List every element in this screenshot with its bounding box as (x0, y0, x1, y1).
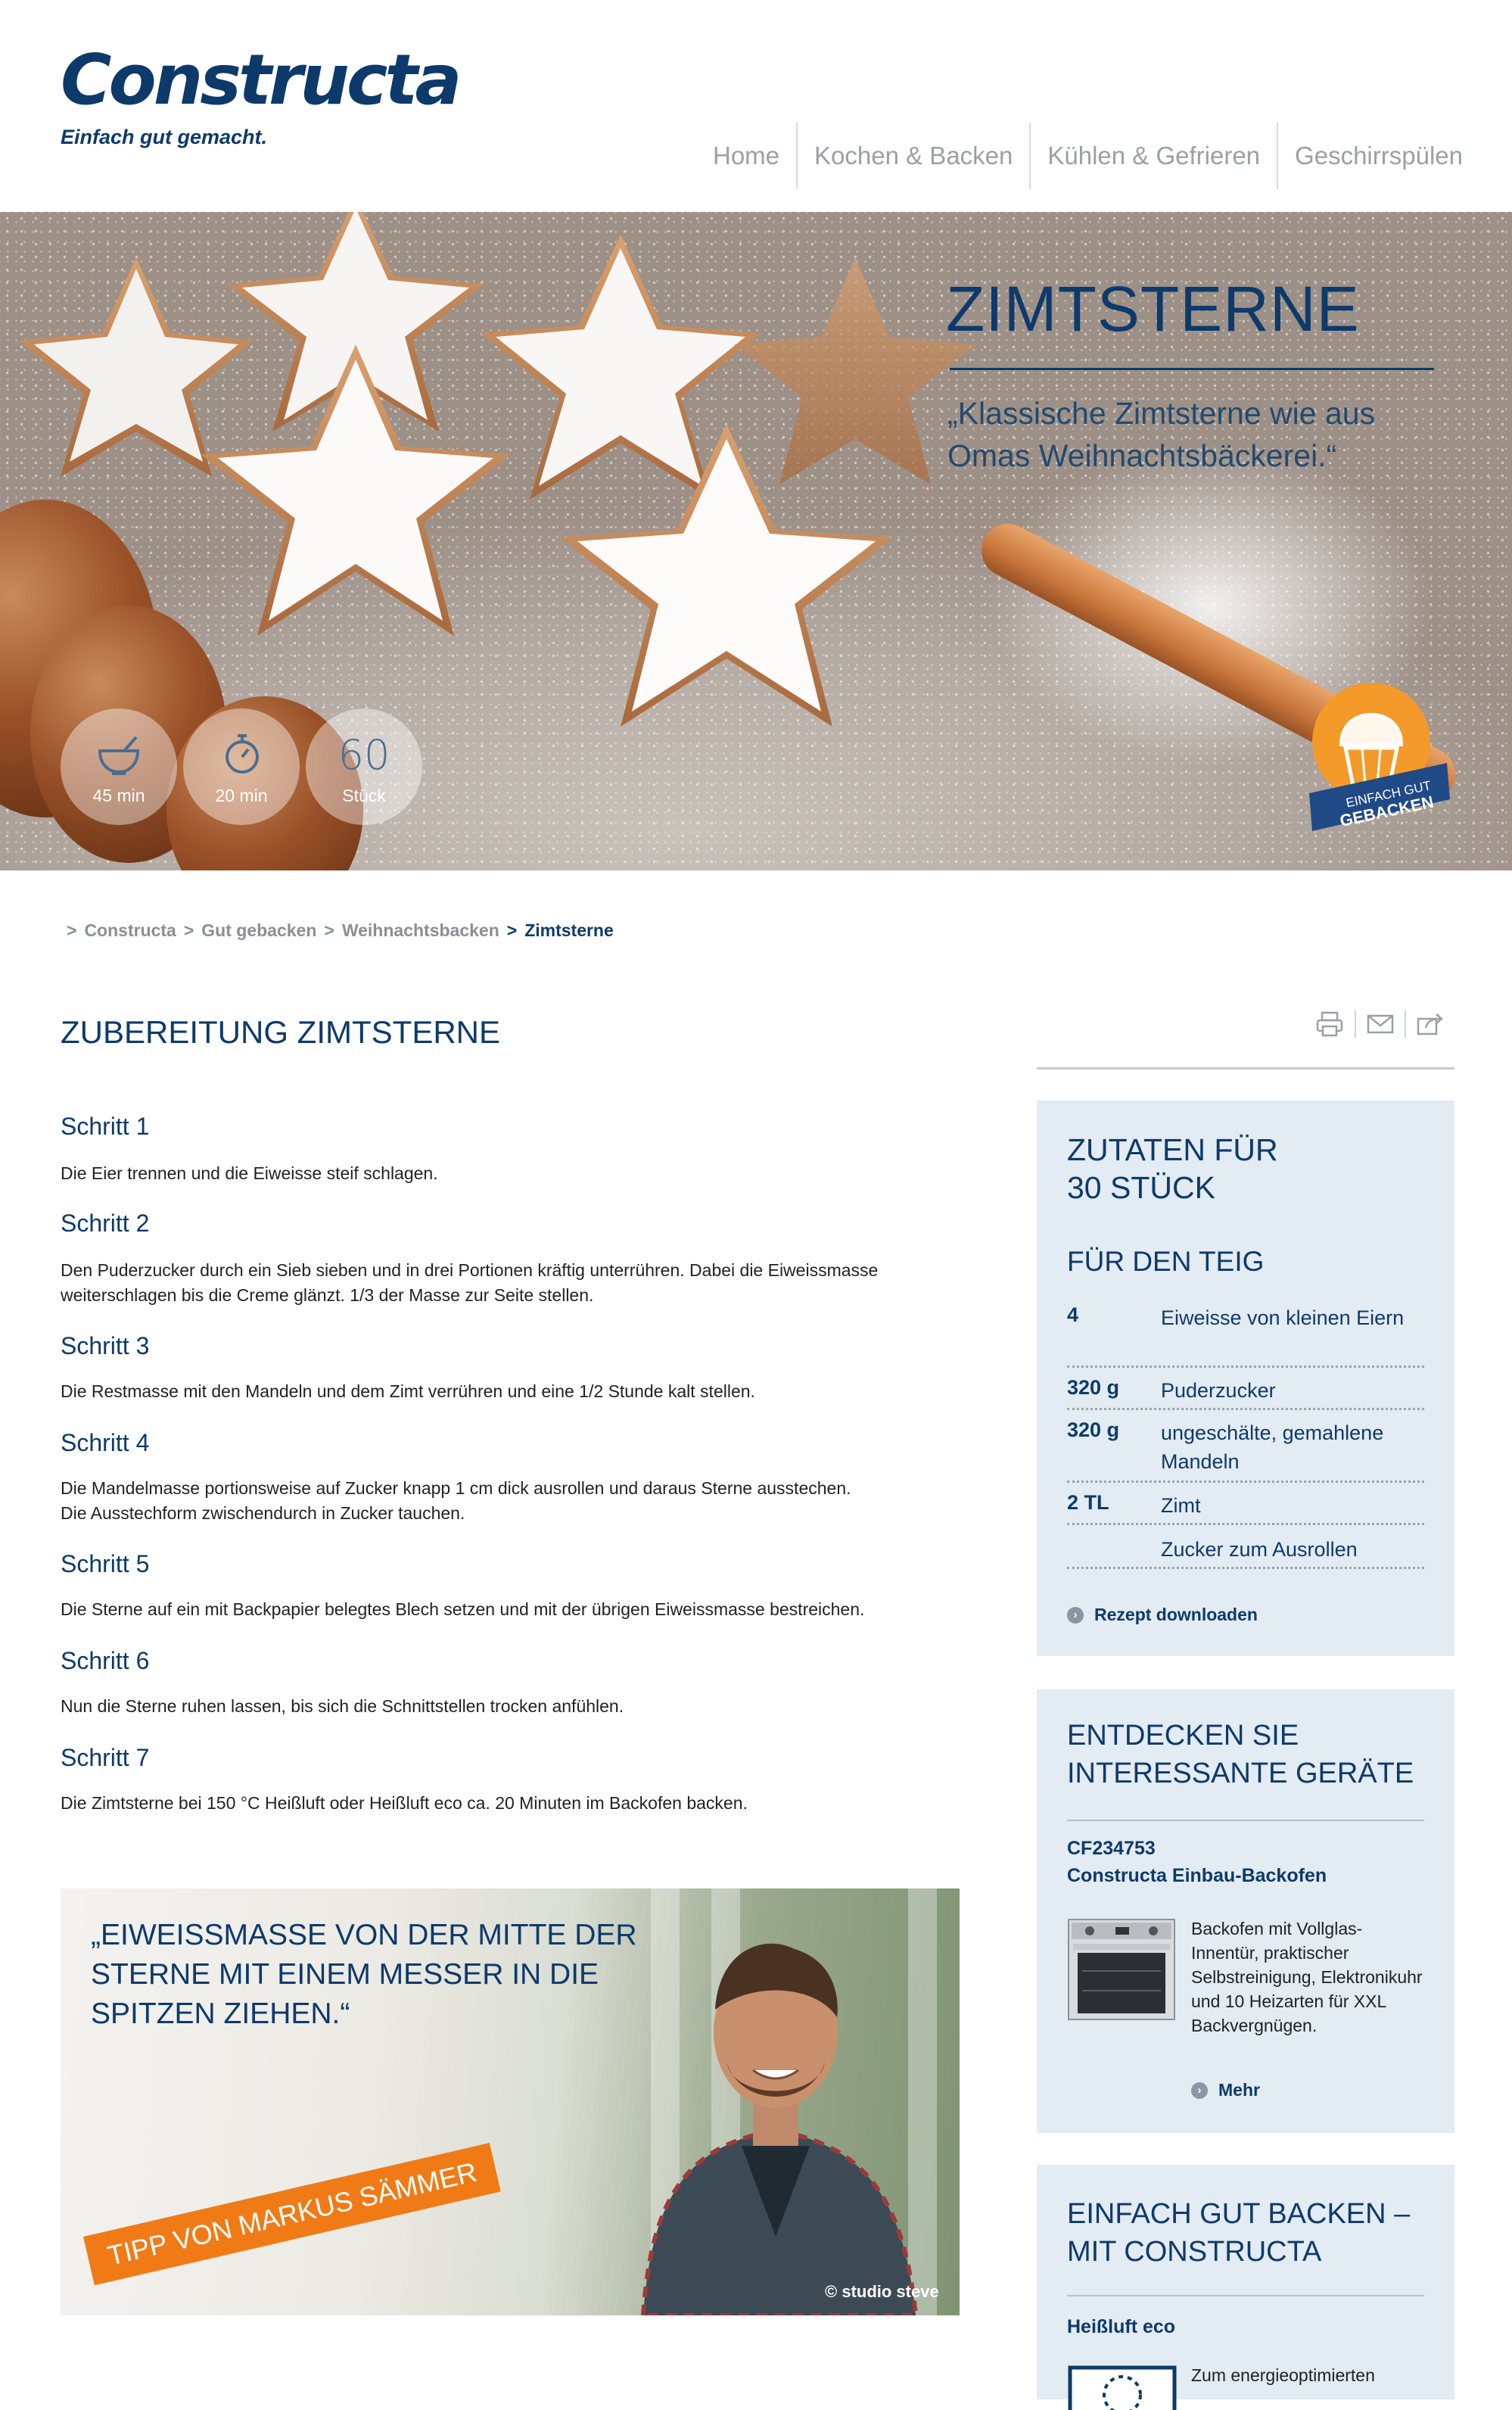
devices-title: ENTDECKEN SIE INTERESSANTE GERÄTE (1067, 1720, 1414, 1789)
breadcrumb-separator: > (506, 920, 518, 940)
breadcrumb-separator: > (67, 920, 77, 940)
step-6-title: Schritt 6 (61, 1647, 150, 1674)
ingredient-row: Zucker zum Ausrollen (1067, 1535, 1424, 1569)
product-name[interactable]: Constructa Einbau-Backofen (1067, 1865, 1327, 1887)
ingredient-name: ungeschälte, gemahlene Mandeln (1161, 1421, 1384, 1473)
step-7-title: Schritt 7 (61, 1744, 150, 1771)
baking-title: EINFACH GUT BACKEN – MIT CONSTRUCTA (1067, 2198, 1411, 2268)
chevron-right-icon: › (1191, 2082, 1208, 2099)
share-icon[interactable] (1417, 1013, 1444, 1035)
ingredient-amount: 4 (1067, 1303, 1079, 1326)
ingredient-row: 320 g ungeschälte, gemahlene Mandeln (1067, 1418, 1424, 1483)
step-6-text: Nun die Sterne ruhen lassen, bis sich di… (61, 1696, 624, 1716)
share-toolbar (1315, 1010, 1444, 1038)
hero-divider (950, 368, 1434, 370)
share-divider-line (1037, 1067, 1454, 1070)
step-5-title: Schritt 5 (61, 1550, 150, 1577)
prep-time-value: 45 min (92, 786, 145, 805)
brand-logo[interactable]: Constructa (61, 45, 462, 115)
hero-title: ZIMTSTERNE (946, 273, 1360, 344)
ingredient-row: 320 g Puderzucker (1067, 1376, 1424, 1410)
hot-air-fan-icon (1068, 2365, 1177, 2410)
product-more-link[interactable]: › Mehr (1191, 2080, 1260, 2100)
breadcrumb-constructa[interactable]: Constructa (84, 920, 176, 941)
ingredient-amount: 320 g (1067, 1418, 1120, 1441)
brand-tagline: Einfach gut gemacht. (61, 126, 268, 148)
breadcrumb-gut-gebacken[interactable]: Gut gebacken (201, 920, 316, 941)
step-1-text: Die Eier trennen und die Eiweisse steif … (61, 1163, 438, 1183)
step-7-text: Die Zimtsterne bei 150 °C Heißluft oder … (61, 1793, 748, 1813)
devices-card: ENTDECKEN SIE INTERESSANTE GERÄTE CF23475… (1037, 1689, 1454, 2133)
share-divider (1405, 1010, 1406, 1038)
ingredient-amount: 320 g (1067, 1376, 1120, 1399)
bake-time-value: 20 min (215, 786, 268, 805)
yield-number: 60 (338, 731, 390, 779)
hero-banner: ZIMTSTERNE „Klassische Zimtsterne wie au… (0, 212, 1512, 870)
einfach-gut-gebacken-badge: EINFACH GUT GEBACKEN (1309, 683, 1450, 831)
ingredient-amount: 2 TL (1067, 1491, 1109, 1514)
ingredient-row: 4 Eiweisse von kleinen Eiern (1067, 1303, 1424, 1368)
nav-home[interactable]: Home (696, 123, 796, 189)
devices-divider (1067, 1820, 1424, 1821)
hero-quote: „Klassische Zimtsterne wie aus Omas Weih… (947, 396, 1376, 473)
step-2-text: Den Puderzucker durch ein Sieb sieben un… (61, 1260, 879, 1305)
main-navigation: Home Kochen & Backen Kühlen & Gefrieren … (696, 123, 1479, 189)
breadcrumb-current: Zimtsterne (524, 920, 614, 940)
breadcrumb-weihnachtsbacken[interactable]: Weihnachtsbacken (342, 920, 499, 941)
ingredient-name: Zimt (1161, 1494, 1201, 1517)
ingredients-card: ZUTATEN FÜR 30 STÜCK FÜR DEN TEIG 4 Eiwei… (1037, 1101, 1454, 1656)
oven-product-image[interactable] (1067, 1918, 1176, 2021)
feature-name: Heißluft eco (1067, 2316, 1176, 2337)
ingredient-name: Eiweisse von kleinen Eiern (1161, 1306, 1405, 1329)
nav-kochen-backen[interactable]: Kochen & Backen (798, 123, 1029, 189)
email-icon[interactable] (1367, 1014, 1394, 1034)
step-5-text: Die Sterne auf ein mit Backpapier belegt… (61, 1599, 865, 1619)
page-title: ZUBEREITUNG ZIMTSTERNE (61, 1014, 501, 1050)
breadcrumb: > Constructa > Gut gebacken > Weihnachts… (67, 920, 614, 941)
yield-badge: 60 Stück (306, 708, 422, 825)
step-3-text: Die Restmasse mit den Mandeln und dem Zi… (61, 1381, 755, 1401)
step-3-title: Schritt 3 (61, 1332, 150, 1359)
bake-time-badge: 20 min (183, 708, 300, 825)
nav-kuehlen-gefrieren[interactable]: Kühlen & Gefrieren (1031, 123, 1277, 189)
product-description: Backofen mit Vollglas-Innentür, praktisc… (1191, 1919, 1423, 2035)
chevron-right-icon: › (1067, 1606, 1084, 1624)
expert-tip-box: „EIWEISSMASSE VON DER MITTE DER STERNE M… (61, 1888, 960, 2315)
tip-author-banner: TIPP VON MARKUS SÄMMER (83, 2142, 502, 2286)
step-4-title: Schritt 4 (61, 1429, 150, 1456)
yield-unit: Stück (342, 786, 386, 805)
baking-divider (1067, 2295, 1424, 2296)
nav-geschirrspuelen[interactable]: Geschirrspülen (1278, 123, 1479, 189)
ingredients-section-title: FÜR DEN TEIG (1067, 1246, 1265, 1277)
step-2-title: Schritt 2 (61, 1210, 150, 1237)
share-divider (1355, 1010, 1356, 1038)
tip-quote: „EIWEISSMASSE VON DER MITTE DER STERNE M… (91, 1919, 637, 2030)
feature-description: Zum energieoptimierten (1191, 2365, 1375, 2385)
ingredient-name: Zucker zum Ausrollen (1161, 1538, 1358, 1561)
print-icon[interactable] (1315, 1011, 1344, 1037)
breadcrumb-separator: > (324, 920, 334, 940)
ingredient-name: Puderzucker (1161, 1379, 1276, 1402)
ingredients-title: ZUTATEN FÜR 30 STÜCK (1067, 1132, 1278, 1205)
ingredient-row: 2 TL Zimt (1067, 1491, 1424, 1525)
product-more-label: Mehr (1218, 2080, 1260, 2100)
product-model[interactable]: CF234753 (1067, 1838, 1156, 1860)
baking-feature-card: EINFACH GUT BACKEN – MIT CONSTRUCTA Heißl… (1037, 2165, 1454, 2410)
download-recipe-link[interactable]: › Rezept downloaden (1067, 1605, 1258, 1625)
step-4-text: Die Mandelmasse portionsweise auf Zucker… (61, 1478, 851, 1523)
prep-time-badge: 45 min (61, 708, 177, 825)
breadcrumb-separator: > (183, 920, 194, 940)
step-1-title: Schritt 1 (61, 1113, 150, 1140)
photo-credit: © studio steve (825, 2282, 939, 2301)
stopwatch-icon (226, 734, 259, 774)
download-recipe-label: Rezept downloaden (1094, 1605, 1258, 1624)
mixing-bowl-icon (98, 736, 140, 775)
